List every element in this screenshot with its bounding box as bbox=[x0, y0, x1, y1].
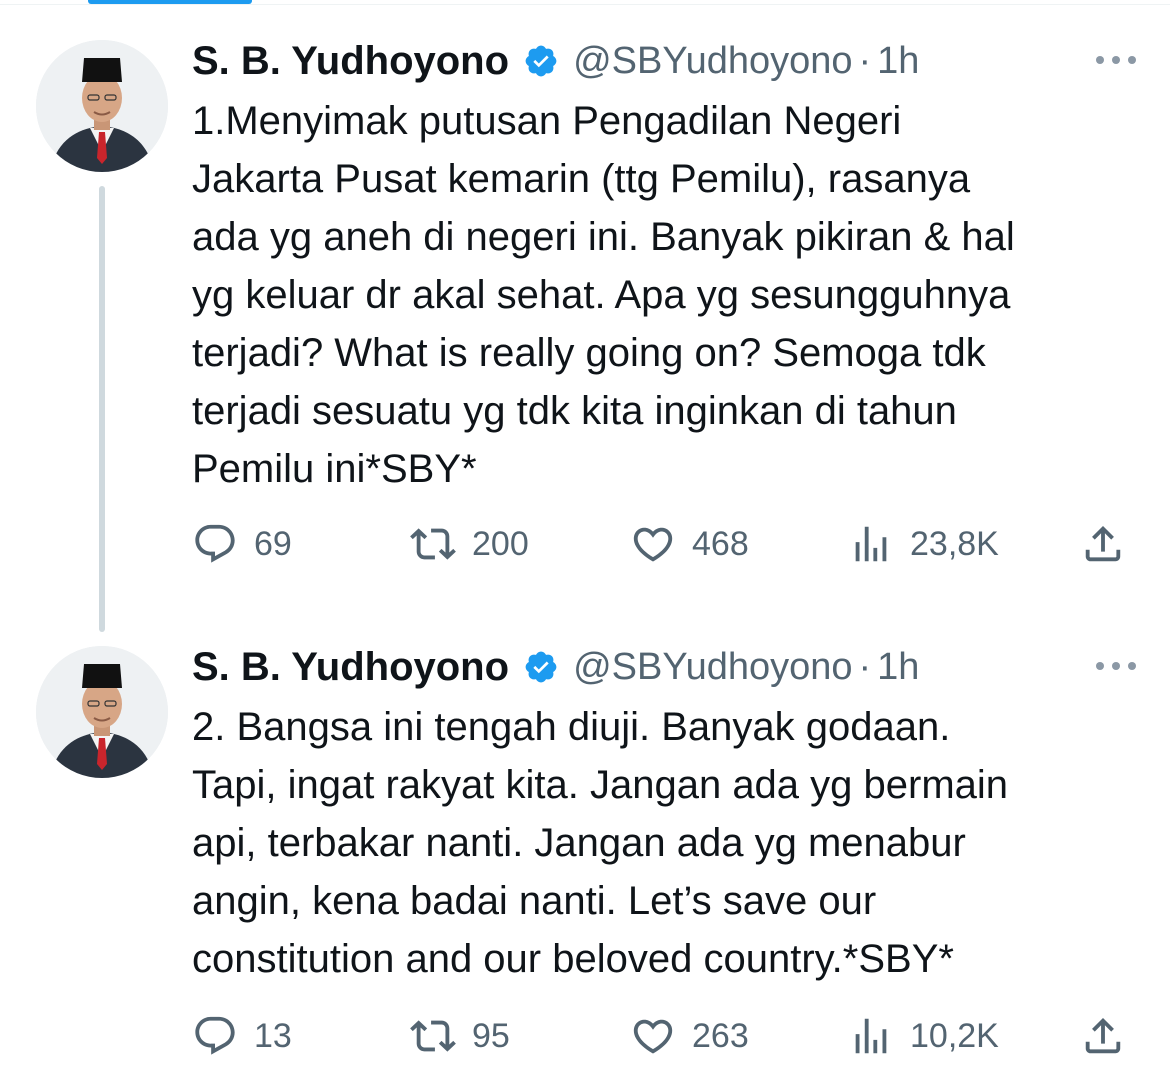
verified-badge-icon bbox=[523, 43, 559, 79]
user-handle[interactable]: @SBYudhoyono bbox=[573, 40, 852, 83]
tweet-actions: 13 95 263 10,2K bbox=[192, 1010, 1142, 1062]
tweet[interactable]: S. B. Yudhoyono @SBYudhoyono · 1h 1.Meny… bbox=[0, 30, 1170, 632]
share-button[interactable] bbox=[1080, 1010, 1126, 1062]
views-count: 10,2K bbox=[910, 1016, 999, 1055]
more-options-icon[interactable] bbox=[1092, 40, 1140, 80]
reply-icon bbox=[192, 521, 238, 567]
views-count: 23,8K bbox=[910, 524, 999, 563]
timestamp[interactable]: 1h bbox=[877, 40, 919, 83]
reply-count: 13 bbox=[254, 1016, 292, 1055]
reply-icon bbox=[192, 1013, 238, 1059]
display-name[interactable]: S. B. Yudhoyono bbox=[192, 39, 509, 84]
share-icon bbox=[1080, 521, 1126, 567]
retweet-count: 200 bbox=[472, 524, 529, 563]
avatar[interactable] bbox=[36, 40, 168, 172]
timestamp[interactable]: 1h bbox=[877, 646, 919, 689]
reply-count: 69 bbox=[254, 524, 292, 563]
like-button[interactable]: 468 bbox=[630, 518, 749, 570]
avatar[interactable] bbox=[36, 646, 168, 778]
retweet-button[interactable]: 95 bbox=[410, 1010, 510, 1062]
tweet-actions: 69 200 468 23,8K bbox=[192, 518, 1142, 570]
tweet-text: 1.Menyimak putusan Pengadilan Negeri Jak… bbox=[192, 99, 1015, 491]
like-button[interactable]: 263 bbox=[630, 1010, 749, 1062]
like-count: 468 bbox=[692, 524, 749, 563]
separator-dot: · bbox=[858, 39, 872, 82]
heart-icon bbox=[630, 1013, 676, 1059]
views-button[interactable]: 23,8K bbox=[848, 518, 999, 570]
separator-dot: · bbox=[858, 645, 872, 688]
like-count: 263 bbox=[692, 1016, 749, 1055]
tweet-header: S. B. Yudhoyono @SBYudhoyono · 1h bbox=[192, 38, 919, 84]
views-button[interactable]: 10,2K bbox=[848, 1010, 999, 1062]
share-button[interactable] bbox=[1080, 518, 1126, 570]
display-name[interactable]: S. B. Yudhoyono bbox=[192, 645, 509, 690]
retweet-icon bbox=[410, 1013, 456, 1059]
views-icon bbox=[848, 521, 894, 567]
reply-button[interactable]: 69 bbox=[192, 518, 292, 570]
more-options-icon[interactable] bbox=[1092, 646, 1140, 686]
retweet-button[interactable]: 200 bbox=[410, 518, 529, 570]
user-handle[interactable]: @SBYudhoyono bbox=[573, 646, 852, 689]
views-icon bbox=[848, 1013, 894, 1059]
reply-button[interactable]: 13 bbox=[192, 1010, 292, 1062]
heart-icon bbox=[630, 521, 676, 567]
retweet-icon bbox=[410, 521, 456, 567]
tweet[interactable]: S. B. Yudhoyono @SBYudhoyono · 1h 2. Ban… bbox=[0, 636, 1170, 1076]
share-icon bbox=[1080, 1013, 1126, 1059]
tweet-header: S. B. Yudhoyono @SBYudhoyono · 1h bbox=[192, 644, 919, 690]
top-divider bbox=[0, 4, 1170, 5]
tweet-text: 2. Bangsa ini tengah diuji. Banyak godaa… bbox=[192, 705, 1009, 981]
retweet-count: 95 bbox=[472, 1016, 510, 1055]
thread-connector bbox=[99, 186, 105, 632]
verified-badge-icon bbox=[523, 649, 559, 685]
